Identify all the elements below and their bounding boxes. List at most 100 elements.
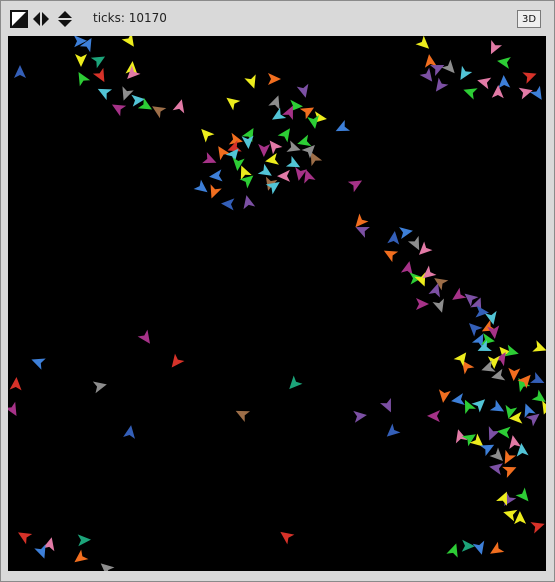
turtle bbox=[380, 398, 391, 413]
turtle bbox=[415, 36, 430, 49]
turtle bbox=[210, 184, 222, 199]
turtle bbox=[451, 393, 465, 405]
view-toolbar: ticks: 10170 3D bbox=[1, 1, 554, 35]
turtle bbox=[92, 67, 105, 83]
turtle bbox=[438, 389, 451, 403]
turtle bbox=[530, 372, 545, 383]
turtle bbox=[137, 329, 151, 344]
ticks-counter: ticks: 10170 bbox=[93, 11, 167, 25]
turtle bbox=[386, 423, 401, 437]
turtle bbox=[464, 399, 477, 415]
turtle bbox=[171, 353, 185, 368]
turtle bbox=[285, 155, 301, 168]
turtle bbox=[79, 37, 92, 53]
turtle bbox=[111, 104, 127, 117]
turtle bbox=[468, 323, 483, 337]
turtle bbox=[446, 543, 458, 558]
turtle bbox=[226, 97, 241, 111]
turtle bbox=[221, 198, 235, 211]
turtle bbox=[503, 509, 518, 522]
turtle bbox=[460, 65, 473, 81]
turtle bbox=[514, 511, 527, 525]
turtle bbox=[419, 67, 433, 82]
turtle bbox=[489, 447, 503, 461]
turtle bbox=[241, 135, 254, 149]
turtle bbox=[201, 128, 215, 143]
turtle bbox=[490, 39, 503, 55]
turtle bbox=[489, 399, 505, 412]
turtle bbox=[529, 85, 542, 100]
turtle bbox=[280, 531, 295, 545]
turtle bbox=[97, 88, 113, 101]
turtle bbox=[399, 227, 413, 239]
model-view-window: ticks: 10170 3D bbox=[0, 0, 555, 582]
turtle bbox=[299, 107, 315, 120]
turtle bbox=[502, 466, 517, 478]
turtle bbox=[434, 278, 449, 291]
turtle bbox=[518, 87, 533, 100]
turtle bbox=[530, 522, 545, 534]
turtle bbox=[491, 85, 504, 99]
turtle bbox=[127, 65, 141, 80]
turtle bbox=[353, 410, 367, 423]
turtle bbox=[268, 95, 280, 110]
turtle bbox=[77, 534, 91, 547]
turtle bbox=[75, 54, 87, 67]
edit-toggle-icon[interactable] bbox=[10, 10, 28, 28]
turtle bbox=[235, 410, 251, 423]
turtle bbox=[452, 287, 467, 300]
turtle bbox=[78, 71, 91, 87]
turtle bbox=[515, 487, 529, 502]
turtle bbox=[258, 143, 271, 157]
world-view[interactable] bbox=[8, 36, 546, 571]
turtle bbox=[31, 358, 46, 370]
turtle bbox=[289, 375, 303, 390]
turtle bbox=[74, 549, 89, 563]
turtle bbox=[277, 128, 291, 143]
turtle bbox=[441, 59, 455, 74]
turtle bbox=[14, 65, 26, 78]
turtle bbox=[416, 298, 429, 310]
turtle bbox=[497, 57, 511, 69]
turtle bbox=[435, 77, 449, 92]
turtle bbox=[497, 426, 511, 439]
turtle bbox=[347, 180, 363, 193]
turtle bbox=[100, 563, 115, 571]
turtle bbox=[17, 532, 33, 545]
turtle bbox=[296, 83, 309, 98]
turtle bbox=[9, 377, 22, 391]
turtle bbox=[202, 152, 217, 164]
turtle bbox=[8, 401, 17, 417]
turtle bbox=[427, 410, 441, 423]
turtle bbox=[90, 56, 106, 69]
turtle bbox=[488, 426, 500, 441]
turtle bbox=[400, 261, 413, 276]
turtle bbox=[509, 435, 522, 450]
turtle bbox=[479, 444, 495, 457]
turtle bbox=[461, 539, 475, 552]
world-canvas bbox=[8, 36, 546, 571]
turtle bbox=[508, 367, 521, 381]
turtle bbox=[243, 195, 256, 210]
turtle bbox=[271, 107, 287, 120]
turtle bbox=[387, 231, 400, 245]
turtle bbox=[152, 106, 167, 119]
turtle bbox=[453, 352, 467, 367]
turtle bbox=[522, 72, 537, 84]
vertical-arrows-icon[interactable] bbox=[56, 10, 74, 28]
turtle bbox=[471, 399, 486, 413]
horizontal-arrows-icon[interactable] bbox=[32, 10, 50, 28]
turtle bbox=[532, 340, 546, 352]
turtle bbox=[209, 169, 223, 182]
turtle bbox=[244, 74, 256, 89]
turtle bbox=[472, 540, 485, 555]
3d-view-button[interactable]: 3D bbox=[517, 10, 541, 28]
turtle bbox=[277, 169, 291, 182]
turtle bbox=[265, 152, 280, 165]
turtle bbox=[172, 99, 185, 114]
turtle bbox=[335, 119, 351, 132]
turtle bbox=[268, 73, 281, 85]
turtle bbox=[490, 541, 505, 554]
turtle bbox=[489, 463, 504, 476]
turtle bbox=[463, 88, 478, 100]
